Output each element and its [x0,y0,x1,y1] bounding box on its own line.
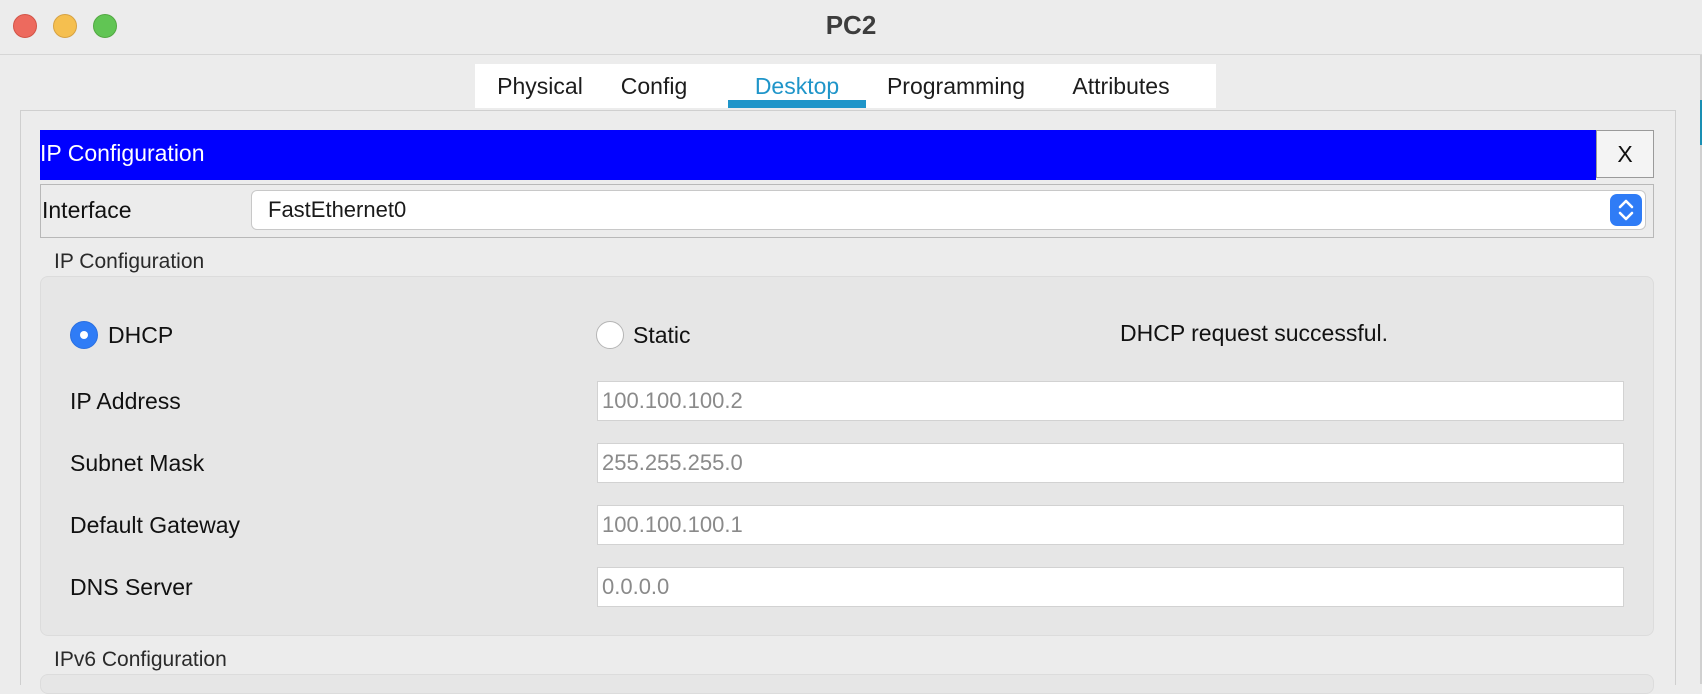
default-gateway-label: Default Gateway [70,512,241,538]
ip-address-input[interactable]: 100.100.100.2 [597,381,1624,421]
dhcp-radio-label[interactable]: DHCP [108,322,173,349]
dhcp-status-message: DHCP request successful. [1120,320,1389,346]
interface-select[interactable]: FastEthernet0 [251,190,1646,230]
interface-selected-value: FastEthernet0 [268,197,407,222]
tab-bar: Physical Config Desktop Programming Attr… [475,64,1216,108]
tab-config[interactable]: Config [605,64,703,108]
static-radio[interactable] [596,321,624,349]
ip-configuration-section-label: IP Configuration [54,250,205,273]
tab-attributes[interactable]: Attributes [1043,64,1199,108]
subnet-mask-label: Subnet Mask [70,450,205,476]
close-button[interactable]: X [1596,130,1654,178]
tab-physical[interactable]: Physical [475,64,605,108]
default-gateway-input[interactable]: 100.100.100.1 [597,505,1624,545]
dns-server-input[interactable]: 0.0.0.0 [597,567,1624,607]
dhcp-radio[interactable] [70,321,98,349]
ip-configuration-header: IP Configuration [40,130,1596,180]
ip-address-label: IP Address [70,388,181,414]
panel-title: IP Configuration [40,140,205,166]
tab-desktop[interactable]: Desktop [728,64,866,108]
static-radio-label[interactable]: Static [633,322,691,349]
tab-programming[interactable]: Programming [875,64,1037,108]
updown-chevron-icon[interactable] [1610,194,1642,226]
title-bar: PC2 [0,0,1702,55]
subnet-mask-input[interactable]: 255.255.255.0 [597,443,1624,483]
ipv6-configuration-group [40,674,1654,694]
dns-server-label: DNS Server [70,574,193,600]
interface-label: Interface [42,197,132,223]
window-title: PC2 [825,10,877,40]
ipv6-configuration-section-label: IPv6 Configuration [54,648,227,671]
